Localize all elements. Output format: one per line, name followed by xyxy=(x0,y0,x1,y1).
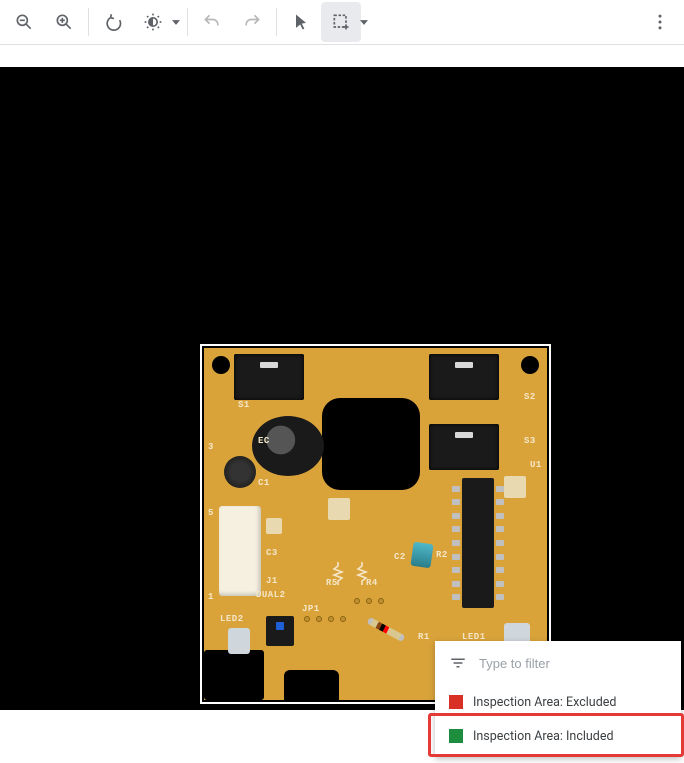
silk-label: 3 xyxy=(208,442,214,452)
image-canvas[interactable]: S1 S2 S3 3 5 1 EC C1 C3 J1 DUAL2 JP1 R5 … xyxy=(0,67,684,710)
rotate-button[interactable] xyxy=(93,2,133,42)
caret-down-icon xyxy=(360,20,368,25)
silk-label: R2 xyxy=(436,550,448,560)
filter-list-icon xyxy=(449,654,467,672)
legend-label: Inspection Area: Included xyxy=(473,729,614,744)
caret-down-icon xyxy=(172,20,180,25)
undo-icon xyxy=(202,12,222,32)
silk-label: EC xyxy=(258,436,270,446)
silk-label: C1 xyxy=(258,478,270,488)
silk-label: J1 xyxy=(266,576,278,586)
image-viewer[interactable]: S1 S2 S3 3 5 1 EC C1 C3 J1 DUAL2 JP1 R5 … xyxy=(0,45,684,763)
rotate-icon xyxy=(103,12,123,32)
zoom-in-button[interactable] xyxy=(44,2,84,42)
select-rect-button[interactable] xyxy=(321,2,361,42)
pointer-tool-button[interactable] xyxy=(281,2,321,42)
swatch-green-icon xyxy=(449,729,463,743)
toolbar xyxy=(0,0,684,45)
silk-label: 1 xyxy=(208,592,214,602)
select-rect-icon xyxy=(331,12,351,32)
select-dropdown[interactable] xyxy=(357,2,371,42)
pointer-icon xyxy=(291,12,311,32)
select-combo xyxy=(321,2,371,42)
brightness-dropdown[interactable] xyxy=(169,2,183,42)
silk-label: R1 xyxy=(418,632,430,642)
separator xyxy=(276,8,277,36)
redo-icon xyxy=(242,12,262,32)
more-vert-icon xyxy=(650,12,670,32)
silk-label: S2 xyxy=(524,392,536,402)
redo-button[interactable] xyxy=(232,2,272,42)
resistor-silk-icon xyxy=(332,560,382,588)
zoom-in-icon xyxy=(54,12,74,32)
silk-label: S1 xyxy=(238,400,250,410)
silk-label: JP1 xyxy=(302,604,320,614)
separator xyxy=(187,8,188,36)
brightness-button[interactable] xyxy=(133,2,173,42)
filter-row xyxy=(435,641,681,685)
silk-label: U1 xyxy=(530,460,542,470)
swatch-red-icon xyxy=(449,695,463,709)
silk-label: C2 xyxy=(394,552,406,562)
more-menu-button[interactable] xyxy=(640,2,680,42)
legend-item-included[interactable]: Inspection Area: Included xyxy=(435,719,681,753)
separator xyxy=(88,8,89,36)
legend-label: Inspection Area: Excluded xyxy=(473,695,616,710)
zoom-out-icon xyxy=(14,12,34,32)
undo-button[interactable] xyxy=(192,2,232,42)
filter-input[interactable] xyxy=(477,655,667,672)
silk-label: S3 xyxy=(524,436,536,446)
legend-item-excluded[interactable]: Inspection Area: Excluded xyxy=(435,685,681,719)
silk-label: C3 xyxy=(266,548,278,558)
legend-panel: Inspection Area: Excluded Inspection Are… xyxy=(435,641,681,757)
silk-label: 5 xyxy=(208,508,214,518)
zoom-out-button[interactable] xyxy=(4,2,44,42)
silk-label: LED2 xyxy=(220,614,244,624)
brightness-combo xyxy=(133,2,183,42)
brightness-icon xyxy=(143,12,163,32)
silk-label: DUAL2 xyxy=(256,590,286,600)
